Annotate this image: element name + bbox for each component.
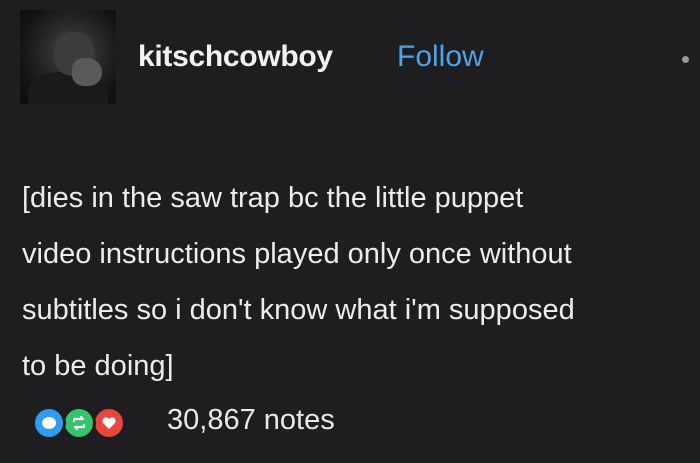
post-text: [dies in the saw trap bc the little pupp… <box>22 182 575 382</box>
reblog-icon <box>62 406 96 440</box>
avatar[interactable] <box>20 10 116 104</box>
avatar-figure-hand <box>72 58 102 86</box>
username-link[interactable]: kitschcowboy <box>138 40 333 74</box>
post-header: kitschcowboy Follow <box>0 0 700 120</box>
note-icons[interactable] <box>32 406 162 440</box>
more-options-icon[interactable] <box>682 56 689 63</box>
like-icon <box>92 406 126 440</box>
notes-count[interactable]: 30,867 notes <box>167 404 335 437</box>
reply-icon <box>32 406 66 440</box>
follow-button[interactable]: Follow <box>397 40 484 74</box>
post-footer: 30,867 notes <box>22 400 682 450</box>
